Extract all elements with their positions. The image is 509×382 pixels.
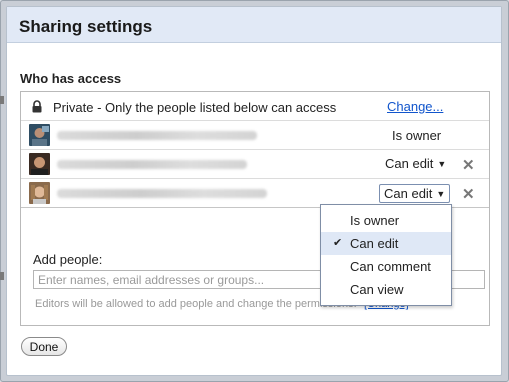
role-dropdown-label: Can edit (385, 156, 434, 171)
remove-person-icon[interactable]: ✕ (462, 156, 475, 174)
person-row: Can edit ▼ ✕ (21, 150, 489, 179)
person-row: Is owner (21, 121, 489, 150)
avatar (29, 182, 50, 204)
visibility-text: Private - Only the people listed below c… (53, 100, 337, 115)
check-icon: ✔ (333, 237, 343, 249)
menu-item-label: Can comment (350, 259, 431, 274)
caret-down-icon: ▼ (437, 159, 447, 169)
remove-person-icon[interactable]: ✕ (462, 185, 475, 203)
role-dropdown-active[interactable]: Can edit ▼ (379, 184, 451, 203)
change-visibility-link[interactable]: Change... (387, 99, 443, 114)
editors-note: Editors will be allowed to add people an… (35, 298, 357, 310)
person-name-redacted (57, 160, 247, 169)
person-name-redacted (57, 131, 257, 140)
role-dropdown[interactable]: Can edit ▼ (381, 155, 450, 174)
menu-item-label: Can edit (350, 236, 399, 251)
menu-item-label: Can view (350, 282, 404, 297)
menu-item-label: Is owner (350, 213, 400, 228)
menu-item-can-comment[interactable]: Can comment (321, 255, 451, 278)
menu-item-can-view[interactable]: Can view (321, 278, 451, 301)
avatar (29, 124, 50, 146)
role-label: Is owner (392, 128, 442, 143)
background-fragment (0, 272, 4, 280)
avatar (29, 153, 50, 175)
role-menu: Is owner ✔ Can edit Can comment Can view (320, 204, 452, 306)
person-name-redacted (57, 189, 267, 198)
menu-item-can-edit[interactable]: ✔ Can edit (321, 232, 451, 255)
visibility-row: Private - Only the people listed below c… (21, 92, 489, 121)
section-label: Who has access (20, 71, 122, 86)
caret-down-icon: ▼ (436, 189, 446, 199)
done-button[interactable]: Done (21, 337, 67, 356)
lock-icon (32, 100, 42, 113)
menu-item-is-owner[interactable]: Is owner (321, 209, 451, 232)
dialog-title: Sharing settings (19, 17, 153, 36)
title-bar: Sharing settings (7, 7, 501, 43)
add-people-label: Add people: (33, 252, 103, 267)
background-fragment (0, 96, 4, 104)
role-dropdown-label: Can edit (384, 186, 433, 201)
sharing-settings-dialog: Sharing settings Who has access Private … (6, 6, 502, 376)
